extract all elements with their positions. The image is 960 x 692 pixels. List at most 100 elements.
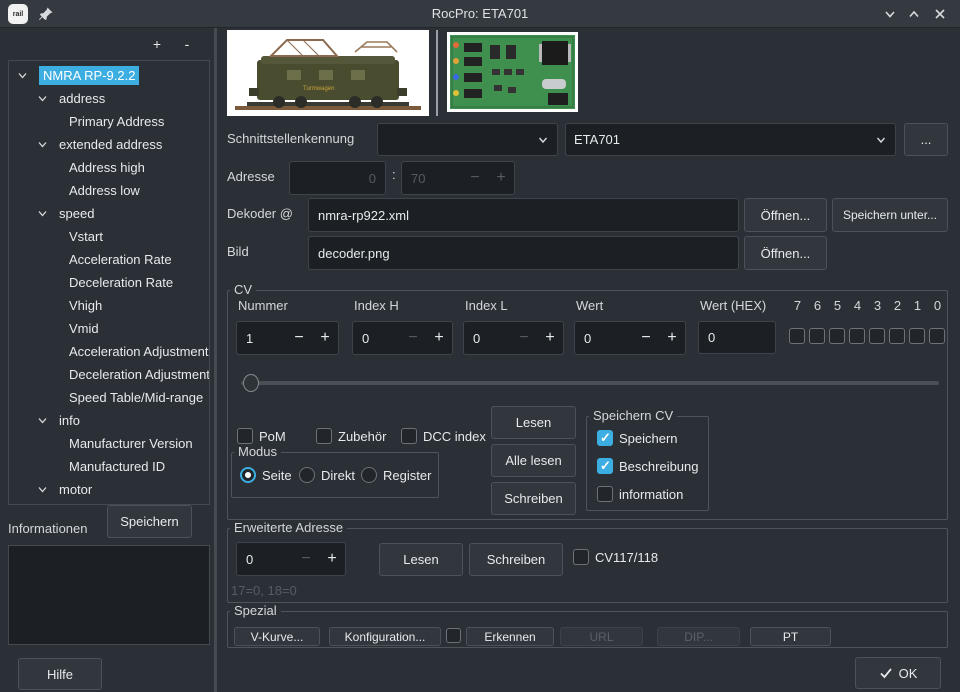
tree-item-acceleration-adjustment[interactable]: Acceleration Adjustment: [9, 340, 209, 363]
chevron-down-icon[interactable]: [17, 70, 28, 81]
info-textarea[interactable]: [8, 545, 210, 645]
tree-item-manufacturer-version[interactable]: Manufacturer Version: [9, 432, 209, 455]
bit5-checkbox[interactable]: [829, 328, 845, 344]
bit2-checkbox[interactable]: [889, 328, 905, 344]
tree-add-button[interactable]: +: [148, 36, 166, 52]
bit0-checkbox[interactable]: [929, 328, 945, 344]
decoder-id-combobox[interactable]: ETA701: [565, 123, 896, 156]
ok-button[interactable]: OK: [855, 657, 941, 689]
chevron-down-icon[interactable]: [37, 208, 48, 219]
modus-seite-radio[interactable]: Seite: [240, 467, 292, 483]
tree-item-address[interactable]: address: [9, 87, 209, 110]
close-icon[interactable]: [932, 6, 948, 22]
erkennen-button[interactable]: Erkennen: [466, 627, 554, 646]
image-open-button[interactable]: Öffnen...: [744, 236, 827, 270]
radio[interactable]: [361, 467, 377, 483]
tree-item-primary-address[interactable]: Primary Address: [9, 110, 209, 133]
tree-item-info[interactable]: info: [9, 409, 209, 432]
checkbox[interactable]: [573, 549, 589, 565]
plus-icon[interactable]: +: [426, 329, 452, 347]
checkbox[interactable]: [316, 428, 332, 444]
tree-item-vmid[interactable]: Vmid: [9, 317, 209, 340]
zubehoer-checkbox[interactable]: Zubehör: [316, 428, 386, 444]
cv-value-hex-input[interactable]: [698, 321, 776, 354]
shade-icon[interactable]: [882, 6, 898, 22]
cv-value-slider[interactable]: [241, 374, 939, 392]
save-cv-speichern-checkbox[interactable]: Speichern: [597, 430, 678, 446]
index-l-spinbox[interactable]: 0 − +: [463, 321, 564, 355]
slider-track[interactable]: [241, 381, 939, 385]
plus-icon[interactable]: +: [659, 329, 685, 347]
unshade-icon[interactable]: [906, 6, 922, 22]
save-cv-information-checkbox[interactable]: information: [597, 486, 683, 502]
extended-address-spinbox[interactable]: 0 − +: [236, 542, 346, 576]
decoder-saveas-button[interactable]: Speichern unter...: [832, 198, 948, 232]
minus-icon[interactable]: −: [400, 329, 426, 347]
tree-item-motor[interactable]: motor: [9, 478, 209, 501]
radio[interactable]: [299, 467, 315, 483]
checkbox-checked[interactable]: [597, 430, 613, 446]
minus-icon[interactable]: −: [511, 329, 537, 347]
tree-item-vstart[interactable]: Vstart: [9, 225, 209, 248]
checkbox[interactable]: [597, 486, 613, 502]
decoder-open-button[interactable]: Öffnen...: [744, 198, 827, 232]
checkbox-checked[interactable]: [597, 458, 613, 474]
minus-icon[interactable]: −: [293, 550, 319, 568]
tree-item-manufactured-id[interactable]: Manufactured ID: [9, 455, 209, 478]
tree-item-vhigh[interactable]: Vhigh: [9, 294, 209, 317]
tree-item-address-high[interactable]: Address high: [9, 156, 209, 179]
cv-value-spinbox[interactable]: 0 − +: [574, 321, 686, 355]
cv117-118-checkbox[interactable]: CV117/118: [573, 549, 658, 565]
cv-write-button[interactable]: Schreiben: [491, 482, 576, 515]
info-save-button[interactable]: Speichern: [107, 505, 192, 538]
plus-icon[interactable]: +: [319, 550, 345, 568]
tree-item-address-low[interactable]: Address low: [9, 179, 209, 202]
bit7-checkbox[interactable]: [789, 328, 805, 344]
image-divider: [436, 30, 438, 116]
help-button[interactable]: Hilfe: [18, 658, 102, 690]
bit4-checkbox[interactable]: [849, 328, 865, 344]
tree-item-deceleration-adjustment[interactable]: Deceleration Adjustment: [9, 363, 209, 386]
chevron-down-icon[interactable]: [37, 484, 48, 495]
chevron-down-icon[interactable]: [37, 93, 48, 104]
konfiguration-checkbox[interactable]: [446, 628, 461, 643]
modus-direkt-radio[interactable]: Direkt: [299, 467, 355, 483]
dcc-index-checkbox[interactable]: DCC index: [401, 428, 486, 444]
tree-item-extended-address[interactable]: extended address: [9, 133, 209, 156]
tree-item-acceleration-rate[interactable]: Acceleration Rate: [9, 248, 209, 271]
chevron-down-icon[interactable]: [37, 139, 48, 150]
bit3-checkbox[interactable]: [869, 328, 885, 344]
plus-icon[interactable]: +: [537, 329, 563, 347]
pom-checkbox[interactable]: PoM: [237, 428, 286, 444]
browse-button[interactable]: ...: [904, 123, 948, 156]
chevron-down-icon[interactable]: [37, 415, 48, 426]
pt-button[interactable]: PT: [750, 627, 831, 646]
tree-item-speed-table[interactable]: Speed Table/Mid-range: [9, 386, 209, 409]
tree-item-speed[interactable]: speed: [9, 202, 209, 225]
tree-item-deceleration-rate[interactable]: Deceleration Rate: [9, 271, 209, 294]
index-h-spinbox[interactable]: 0 − +: [352, 321, 453, 355]
cv-read-button[interactable]: Lesen: [491, 406, 576, 439]
bit1-checkbox[interactable]: [909, 328, 925, 344]
radio-selected[interactable]: [240, 467, 256, 483]
minus-icon[interactable]: −: [633, 329, 659, 347]
checkbox[interactable]: [401, 428, 417, 444]
cv-number-spinbox[interactable]: 1 − +: [236, 321, 339, 355]
checkbox[interactable]: [237, 428, 253, 444]
vcurve-button[interactable]: V-Kurve...: [234, 627, 320, 646]
minus-icon[interactable]: −: [286, 329, 312, 347]
interface-id-combobox[interactable]: [377, 123, 558, 156]
modus-register-radio[interactable]: Register: [361, 467, 431, 483]
konfiguration-button[interactable]: Konfiguration...: [329, 627, 441, 646]
plus-icon[interactable]: +: [312, 329, 338, 347]
tree-remove-button[interactable]: -: [178, 36, 196, 52]
cv-read-all-button[interactable]: Alle lesen: [491, 444, 576, 477]
slider-handle[interactable]: [243, 374, 259, 392]
bit6-checkbox[interactable]: [809, 328, 825, 344]
tree-item-nmra[interactable]: NMRA RP-9.2.2: [9, 64, 209, 87]
extended-read-button[interactable]: Lesen: [379, 543, 463, 576]
image-file-input[interactable]: [308, 236, 739, 270]
save-cv-beschreibung-checkbox[interactable]: Beschreibung: [597, 458, 699, 474]
extended-write-button[interactable]: Schreiben: [469, 543, 563, 576]
decoder-file-input[interactable]: [308, 198, 739, 232]
